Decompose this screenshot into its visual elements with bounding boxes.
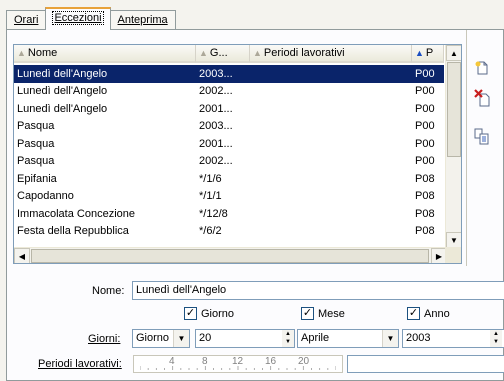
spinner-icon: ▲ ▼ [490, 330, 502, 347]
table-row[interactable]: Lunedì dell'Angelo 2003... P00 [14, 65, 444, 83]
cell-p: P08 [415, 207, 435, 220]
delete-document-icon [474, 89, 490, 107]
cell-g: 2001... [199, 137, 233, 150]
periodi-value-field[interactable] [347, 355, 504, 373]
table-row[interactable]: Lunedì dell'Angelo 2001... P00 [14, 100, 444, 118]
sort-arrow-icon: ▲ [199, 48, 208, 58]
cell-g: 2001... [199, 102, 233, 115]
table-row[interactable]: Pasqua 2001... P00 [14, 135, 444, 153]
cell-p: P00 [415, 102, 435, 115]
column-header-label: P [425, 47, 434, 59]
cell-p: P00 [415, 155, 435, 168]
tab-anteprima-label: Anteprima [117, 14, 168, 26]
sort-arrow-icon: ▲ [253, 48, 262, 58]
cell-nome: Immacolata Concezione [17, 207, 136, 220]
cell-nome: Capodanno [17, 190, 74, 203]
giorno-stepper[interactable]: 20 ▲ ▼ [195, 329, 295, 348]
table-body: Lunedì dell'Angelo 2003... P00 Lunedì dell'… [14, 65, 444, 240]
toolbar-divider [466, 30, 467, 266]
delete-button[interactable] [470, 86, 494, 110]
horizontal-scrollbar[interactable]: ◀ ▶ [14, 247, 447, 263]
cell-g: */12/8 [199, 207, 228, 220]
cell-nome: Lunedì dell'Angelo [17, 85, 108, 98]
column-header-nome[interactable]: ▲ Nome [14, 45, 196, 63]
cell-g: 2002... [199, 85, 233, 98]
cell-g: */1/1 [199, 190, 222, 203]
chevron-down-icon: ▼ [173, 330, 189, 347]
table-row[interactable]: Festa della Repubblica */6/2 P08 [14, 223, 444, 241]
cell-g: 2003... [199, 67, 233, 80]
nome-field[interactable]: Lunedì dell'Angelo [132, 281, 504, 300]
ruler-ticks [140, 366, 336, 370]
cell-p: P08 [415, 225, 435, 238]
cell-p: P08 [415, 172, 435, 185]
cell-p: P00 [415, 85, 435, 98]
column-header-periodi[interactable]: ▲ Periodi lavorativi [250, 45, 412, 63]
check-icon: ✓ [407, 307, 420, 320]
cell-g: 2002... [199, 155, 233, 168]
scroll-left-icon[interactable]: ◀ [14, 248, 30, 263]
cell-nome: Lunedì dell'Angelo [17, 67, 108, 80]
column-header-label: G... [209, 47, 228, 59]
cell-nome: Festa della Repubblica [17, 225, 129, 238]
new-document-icon [475, 61, 488, 75]
check-icon: ✓ [301, 307, 314, 320]
table-row[interactable]: Epifania */1/6 P08 [14, 170, 444, 188]
sort-arrow-icon: ▲ [17, 48, 26, 58]
table-row[interactable]: Lunedì dell'Angelo 2002... P00 [14, 83, 444, 101]
add-button[interactable] [470, 56, 494, 80]
anno-stepper[interactable]: 2003 ▲ ▼ [402, 329, 504, 348]
cell-nome: Pasqua [17, 120, 55, 133]
cell-p: P00 [415, 120, 435, 133]
periodi-label: Periodi lavorativi: [38, 358, 122, 370]
check-icon: ✓ [184, 307, 197, 320]
column-header-label: Periodi lavorativi [263, 47, 345, 59]
duplicate-document-icon [474, 128, 489, 145]
cell-p: P00 [415, 137, 435, 150]
giorni-type-select[interactable]: Giorno ▼ [132, 329, 190, 348]
cell-p: P00 [415, 67, 435, 80]
cell-nome: Epifania [17, 172, 57, 185]
scroll-thumb[interactable] [447, 62, 461, 157]
chevron-down-icon: ▼ [382, 330, 398, 347]
scroll-up-icon[interactable]: ▲ [446, 45, 461, 61]
table-row[interactable]: Capodanno */1/1 P08 [14, 188, 444, 206]
tab-eccezioni[interactable]: Eccezioni [45, 7, 111, 30]
sort-arrow-icon: ▲ [415, 48, 424, 58]
table-row[interactable]: Pasqua 2003... P00 [14, 118, 444, 136]
mese-checkbox[interactable]: ✓ Mese [301, 307, 345, 320]
tab-eccezioni-label: Eccezioni [52, 11, 104, 25]
cell-nome: Lunedì dell'Angelo [17, 102, 108, 115]
tab-anteprima[interactable]: Anteprima [109, 10, 176, 30]
tab-orari[interactable]: Orari [6, 10, 47, 30]
scrollbar-corner [445, 247, 461, 263]
cell-nome: Pasqua [17, 137, 55, 150]
scroll-down-icon[interactable]: ▼ [446, 232, 461, 248]
column-header-label: Nome [27, 47, 58, 59]
giorno-checkbox[interactable]: ✓ Giorno [184, 307, 234, 320]
scroll-thumb[interactable] [31, 249, 429, 263]
table-row[interactable]: Immacolata Concezione */12/8 P08 [14, 205, 444, 223]
mese-select[interactable]: Aprile ▼ [297, 329, 399, 348]
periodi-ruler[interactable]: 4 8 12 16 20 [133, 355, 343, 373]
table-header: ▲ Nome ▲ G... ▲ Periodi lavorativi ▲ P [14, 45, 461, 63]
anno-checkbox[interactable]: ✓ Anno [407, 307, 450, 320]
cell-g: */1/6 [199, 172, 222, 185]
cell-g: */6/2 [199, 225, 222, 238]
column-header-g[interactable]: ▲ G... [196, 45, 250, 63]
table-row[interactable]: Pasqua 2002... P00 [14, 153, 444, 171]
cell-nome: Pasqua [17, 155, 55, 168]
column-header-p[interactable]: ▲ P [412, 45, 444, 63]
spinner-icon: ▲ ▼ [282, 330, 294, 347]
cell-p: P08 [415, 190, 435, 203]
tab-strip: Orari Eccezioni Anteprima [6, 7, 176, 30]
nome-label: Nome: [92, 285, 125, 297]
exceptions-table[interactable]: ▲ Nome ▲ G... ▲ Periodi lavorativi ▲ P Luned… [13, 44, 462, 264]
cell-g: 2003... [199, 120, 233, 133]
vertical-scrollbar[interactable]: ▲ ▼ [445, 45, 461, 248]
duplicate-button[interactable] [470, 125, 494, 149]
tab-orari-label: Orari [14, 14, 39, 26]
giorni-label: Giorni: [88, 333, 121, 345]
